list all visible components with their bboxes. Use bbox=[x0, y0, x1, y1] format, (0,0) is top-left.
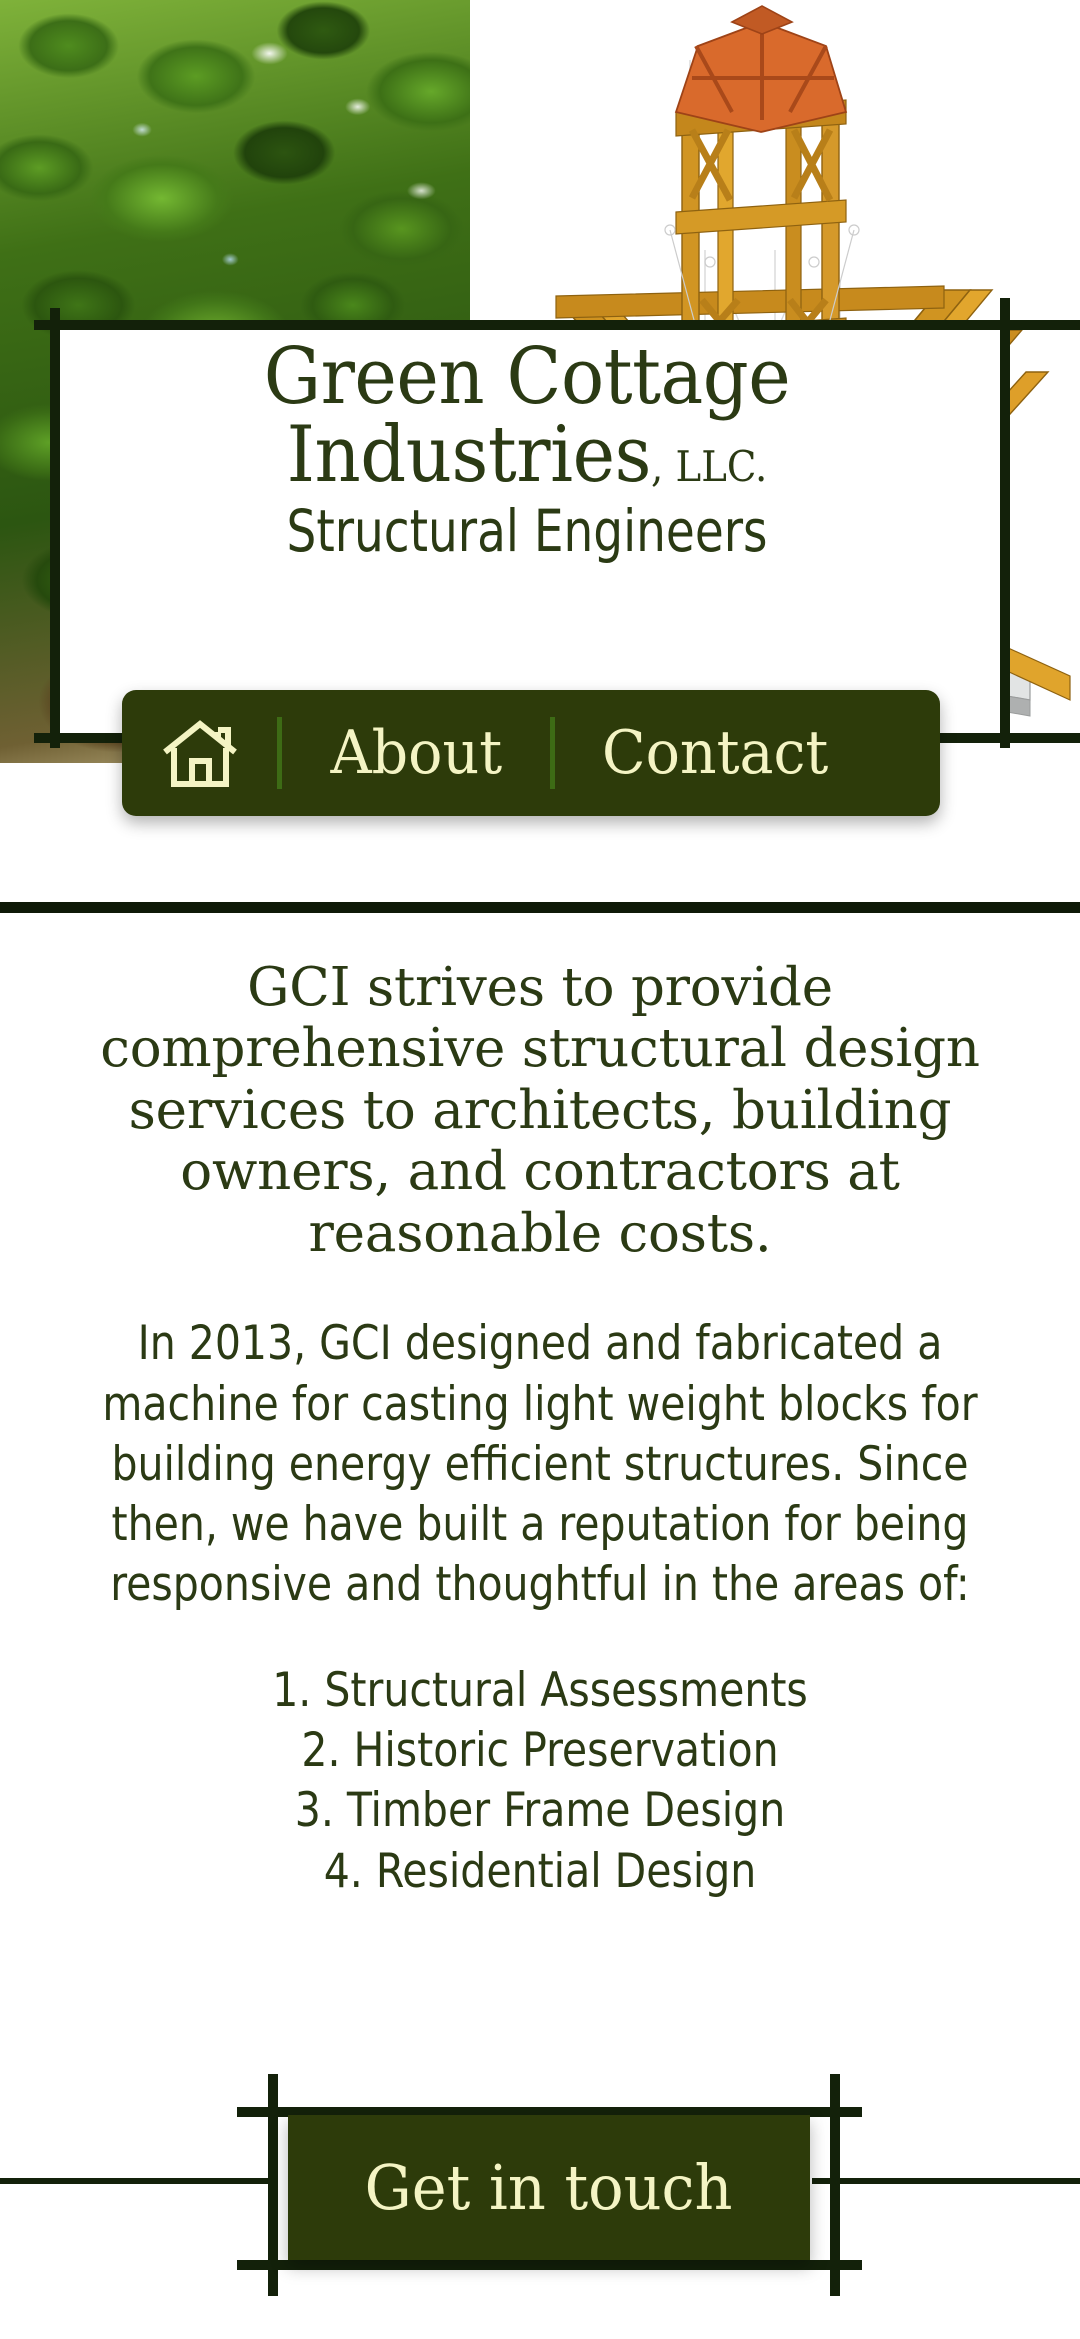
nav-item-about-label: About bbox=[330, 718, 502, 788]
about-paragraph: In 2013, GCI designed and fabricated a m… bbox=[102, 1316, 978, 1612]
header-frame-right-rule bbox=[1000, 298, 1010, 748]
brand-subtitle: Structural Engineers bbox=[286, 497, 768, 566]
nav-item-about[interactable]: About bbox=[282, 690, 550, 816]
brand-block: Green Cottage Industries, LLC. Structura… bbox=[62, 332, 992, 566]
brand-line-2: Industries, LLC. bbox=[99, 416, 955, 494]
main-content: GCI strives to provide comprehensive str… bbox=[0, 935, 1080, 1902]
nav-item-contact[interactable]: Contact bbox=[555, 690, 875, 816]
page-root: Green Cottage Industries, LLC. Structura… bbox=[0, 0, 1080, 2339]
services-list: 1. Structural Assessments 2. Historic Pr… bbox=[0, 1661, 1080, 1902]
lede-paragraph: GCI strives to provide comprehensive str… bbox=[100, 957, 980, 1264]
cta-frame-right-extension bbox=[812, 2178, 1080, 2184]
nav-item-home[interactable] bbox=[122, 690, 277, 816]
cta-frame-right-rule bbox=[830, 2074, 840, 2296]
cta-frame-left-extension bbox=[0, 2178, 268, 2184]
cta-section: Get in touch bbox=[0, 2030, 1080, 2339]
brand-line-1: Green Cottage bbox=[263, 332, 791, 422]
nav-item-contact-label: Contact bbox=[601, 718, 829, 788]
brand-llc-suffix: , LLC. bbox=[650, 442, 768, 492]
home-icon bbox=[161, 716, 239, 790]
list-item: 4. Residential Design bbox=[323, 1843, 757, 1899]
cta-frame-left-rule bbox=[268, 2074, 278, 2296]
list-item: 3. Timber Frame Design bbox=[294, 1783, 786, 1839]
cta-frame-bottom-rule bbox=[237, 2260, 862, 2270]
get-in-touch-label: Get in touch bbox=[365, 2150, 733, 2224]
header-frame-top-rule bbox=[34, 320, 1080, 330]
get-in-touch-button[interactable]: Get in touch bbox=[288, 2115, 810, 2260]
main-navigation: About Contact bbox=[122, 690, 940, 816]
list-item: 1. Structural Assessments bbox=[272, 1663, 808, 1719]
header-frame-left-rule bbox=[50, 308, 60, 748]
list-item: 2. Historic Preservation bbox=[301, 1723, 779, 1779]
section-divider bbox=[0, 902, 1080, 913]
brand-name-industries: Industries bbox=[286, 410, 652, 501]
